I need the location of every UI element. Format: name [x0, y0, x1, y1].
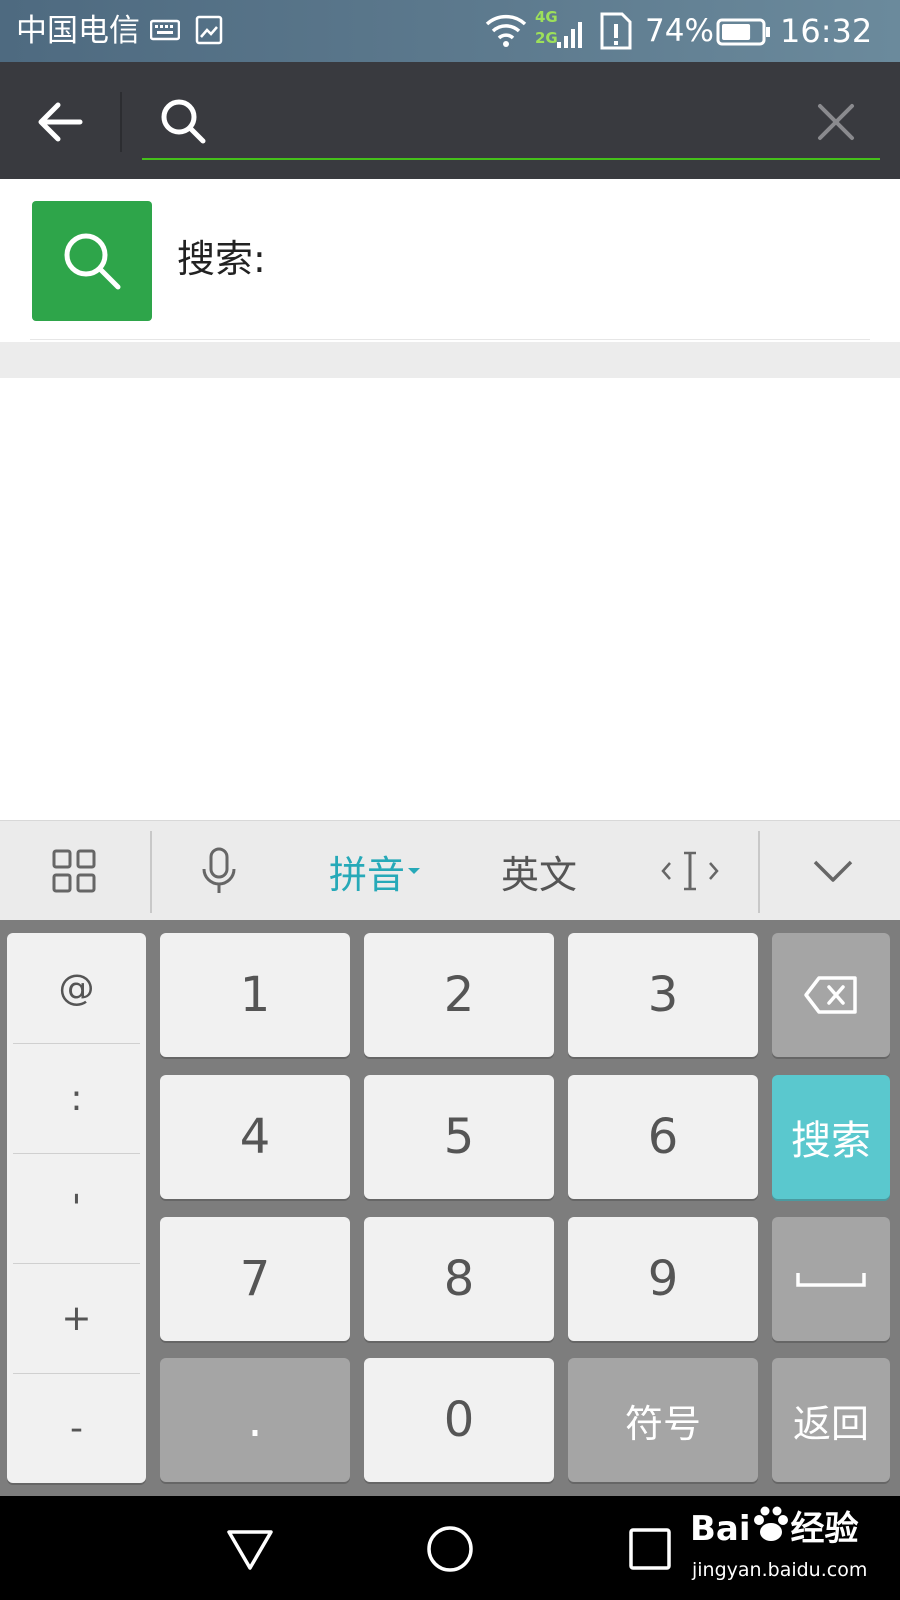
search-icon — [161, 99, 206, 144]
symbol-key-plus[interactable]: + — [7, 1263, 146, 1373]
key-7[interactable]: 7 — [160, 1217, 350, 1341]
sim-alert-icon — [600, 12, 632, 50]
backspace-button[interactable] — [772, 933, 890, 1057]
key-label: . — [247, 1392, 263, 1448]
key-0[interactable]: 0 — [364, 1358, 554, 1482]
key-label: 5 — [443, 1109, 475, 1165]
network-type-2g: 2G — [535, 29, 558, 47]
key-label: 9 — [647, 1251, 679, 1307]
battery-percentage: 74% — [645, 13, 714, 49]
navigation-bar: Bai 经验 jingyan.baidu.com — [0, 1496, 900, 1600]
english-label: 英文 — [500, 852, 577, 897]
key-label: 3 — [647, 967, 679, 1023]
symbol-key-colon[interactable]: : — [7, 1043, 146, 1153]
pinyin-mode-button[interactable]: 拼音 — [310, 821, 440, 921]
watermark-brand: Bai 经验 — [690, 1506, 859, 1551]
pinyin-label: 拼音 — [328, 852, 405, 897]
backspace-icon — [804, 976, 857, 1014]
keyboard-toolbar: 拼音 英文 — [0, 820, 900, 920]
baidu-jingyan-watermark: Bai 经验 jingyan.baidu.com — [690, 1506, 890, 1596]
paw-icon — [753, 1506, 788, 1541]
recents-square-icon[interactable] — [625, 1524, 675, 1574]
search-header — [0, 62, 900, 179]
suggestion-divider — [30, 339, 870, 340]
carrier-name: 中国电信 — [16, 13, 140, 49]
close-icon[interactable] — [814, 100, 858, 144]
key-3[interactable]: 3 — [568, 933, 758, 1057]
section-separator — [0, 342, 900, 378]
search-field-underline — [142, 158, 880, 160]
grid-icon — [52, 849, 96, 893]
keyboard-notification-icon — [150, 19, 180, 41]
network-type-4g: 4G — [535, 8, 558, 26]
text-cursor-icon — [661, 851, 719, 891]
key-5[interactable]: 5 — [364, 1075, 554, 1199]
search-key-label: 搜索 — [791, 1118, 871, 1164]
space-bar-icon — [796, 1273, 866, 1287]
battery-icon — [716, 18, 770, 46]
key-label: 2 — [443, 967, 475, 1023]
cursor-control-button[interactable] — [640, 821, 740, 921]
microphone-icon — [202, 847, 236, 893]
image-notification-icon — [195, 15, 223, 45]
caret-down-icon — [408, 868, 420, 874]
header-divider — [120, 92, 122, 152]
symbol-key-at[interactable]: @ — [7, 933, 146, 1043]
symbol-key-minus[interactable]: - — [7, 1373, 146, 1483]
signal-icon — [557, 22, 582, 48]
key-label: 6 — [647, 1109, 679, 1165]
key-label: 0 — [443, 1392, 475, 1448]
status-time: 16:32 — [780, 12, 873, 50]
chevron-down-icon — [813, 860, 853, 882]
voice-input-button[interactable] — [160, 821, 278, 921]
key-label: 7 — [239, 1251, 271, 1307]
hide-keyboard-button[interactable] — [768, 821, 898, 921]
key-6[interactable]: 6 — [568, 1075, 758, 1199]
wifi-icon — [485, 14, 527, 47]
key-1[interactable]: 1 — [160, 933, 350, 1057]
numeric-keyboard: @ : ' + - 1 2 3 4 5 6 搜索 7 8 9 . 0 符号 返回 — [0, 920, 900, 1496]
arrow-left-icon — [38, 102, 83, 142]
return-key[interactable]: 返回 — [772, 1358, 890, 1482]
home-circle-icon[interactable] — [425, 1524, 475, 1574]
key-8[interactable]: 8 — [364, 1217, 554, 1341]
toolbar-divider — [758, 831, 760, 913]
key-9[interactable]: 9 — [568, 1217, 758, 1341]
key-label: 4 — [239, 1109, 271, 1165]
key-4[interactable]: 4 — [160, 1075, 350, 1199]
status-bar: 中国电信 4G 2G 74% 16:32 — [0, 0, 900, 62]
key-2[interactable]: 2 — [364, 933, 554, 1057]
search-icon — [64, 233, 121, 290]
suggestion-icon-box — [32, 201, 152, 321]
back-triangle-icon[interactable] — [225, 1524, 275, 1574]
search-key[interactable]: 搜索 — [772, 1075, 890, 1199]
keyboard-menu-button[interactable] — [0, 821, 148, 921]
search-input[interactable] — [222, 94, 782, 148]
english-mode-button[interactable]: 英文 — [470, 821, 608, 921]
suggestion-label: 搜索: — [177, 237, 266, 281]
symbol-column: @ : ' + - — [7, 933, 146, 1483]
symbol-key-apostrophe[interactable]: ' — [7, 1153, 146, 1263]
watermark-url: jingyan.baidu.com — [692, 1559, 868, 1581]
toolbar-divider — [150, 831, 152, 913]
dot-key[interactable]: . — [160, 1358, 350, 1482]
back-button[interactable] — [30, 92, 90, 152]
symbols-key[interactable]: 符号 — [568, 1358, 758, 1482]
search-field[interactable] — [142, 82, 880, 160]
key-label: 1 — [239, 967, 271, 1023]
search-suggestion-row[interactable]: 搜索: — [0, 179, 900, 341]
symbols-key-label: 符号 — [624, 1401, 701, 1446]
return-key-label: 返回 — [792, 1401, 869, 1446]
key-label: 8 — [443, 1251, 475, 1307]
space-key[interactable] — [772, 1217, 890, 1341]
